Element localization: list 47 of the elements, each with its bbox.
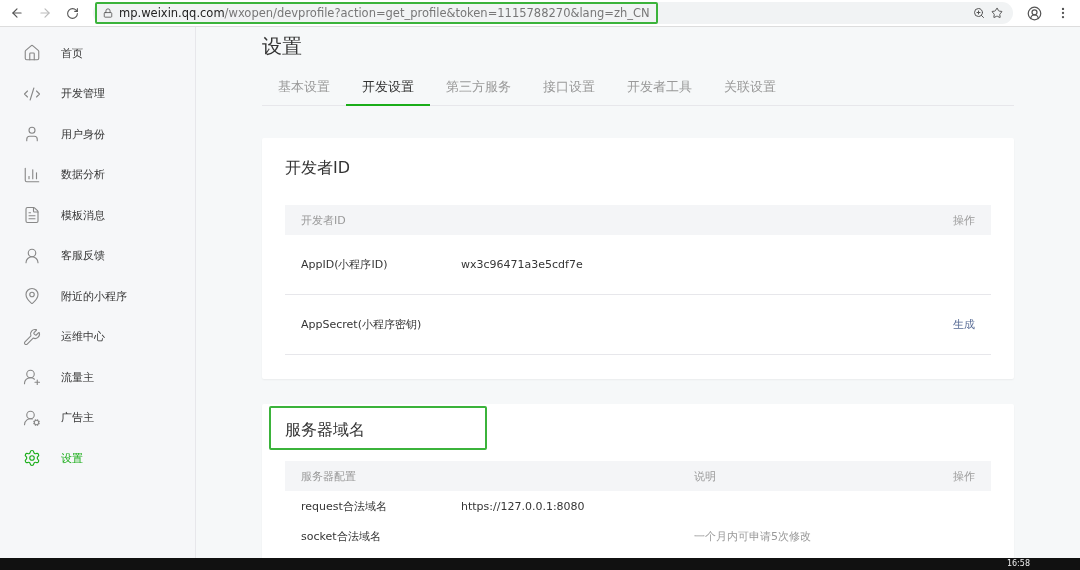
sidebar-item[interactable]: 开发管理 (0, 73, 195, 114)
column-header: 说明 (678, 461, 911, 491)
sidebar-item[interactable]: 数据分析 (0, 154, 195, 195)
house-icon (23, 44, 41, 63)
address-bar[interactable]: mp.weixin.qq.com/wxopen/devprofile?action=get_profile&token=1115788270&lang=zh_CN (93, 2, 1013, 24)
wrench-icon (23, 327, 41, 346)
settings-icon (23, 449, 41, 468)
bar-chart-icon (23, 165, 41, 184)
zoom-icon[interactable] (973, 7, 985, 19)
table-cell-text: 一个月内可申请5次修改 (693, 528, 812, 545)
sidebar-item[interactable]: 附近的小程序 (0, 276, 195, 317)
page-title: 设置 (262, 33, 303, 60)
lock-icon (103, 8, 113, 18)
sidebar-item[interactable]: 模板消息 (0, 195, 195, 236)
column-header: 开发者ID (285, 205, 911, 235)
sidebar-item[interactable]: 广告主 (0, 397, 195, 438)
table-cell: AppSecret(小程序密钥) (285, 295, 445, 355)
tab[interactable]: 开发设置 (346, 78, 430, 106)
sidebar-item[interactable]: 运维中心 (0, 316, 195, 357)
user-icon (23, 246, 41, 265)
sidebar-item[interactable]: 流量主 (0, 357, 195, 398)
sidebar-item[interactable]: 客服反馈 (0, 235, 195, 276)
table-cell: AppID(小程序ID) (285, 235, 445, 295)
table-cell: wx3c96471a3e5cdf7e (445, 235, 911, 295)
table-cell-text: socket合法域名 (300, 528, 382, 545)
document-icon (23, 206, 41, 225)
card-title: 开发者ID (285, 158, 351, 177)
user-icon (23, 125, 41, 144)
map-pin-icon (23, 287, 41, 306)
reload-icon[interactable] (66, 6, 79, 20)
sidebar-item[interactable]: 用户身份 (0, 114, 195, 155)
user-icon (23, 368, 41, 387)
clock-text: 16:58 (1006, 558, 1030, 570)
code-icon (23, 84, 41, 103)
table-cell-text: request合法域名 (300, 498, 388, 515)
card-title: 服务器域名 (285, 420, 365, 439)
avatar-icon[interactable] (1027, 5, 1042, 21)
sidebar-item[interactable]: 首页 (0, 33, 195, 74)
column-header: 操作 (911, 205, 991, 235)
column-header: 服务器配置 (285, 461, 678, 491)
star-icon[interactable] (991, 7, 1003, 19)
user-icon (23, 408, 41, 427)
generate-link[interactable]: 生成 (953, 317, 975, 332)
url-text: mp.weixin.qq.com/wxopen/devprofile?action=get_profile&token=1115788270&lang=zh_CN (119, 6, 650, 20)
back-icon[interactable] (10, 6, 24, 20)
table-cell-text: https://127.0.0.1:8080 (460, 498, 586, 515)
column-header: 操作 (911, 461, 991, 491)
